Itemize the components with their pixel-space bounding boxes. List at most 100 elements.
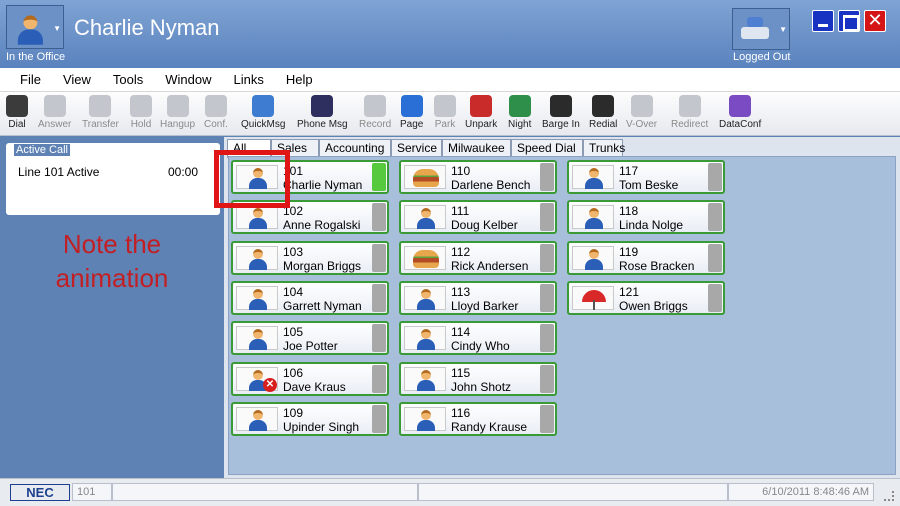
users-group-icon: [741, 17, 771, 41]
status-bar: NEC 101 6/10/2011 8:48:46 AM: [0, 478, 900, 506]
toolbar-transfer-button[interactable]: Transfer: [82, 95, 119, 130]
status-cell-empty: [112, 483, 418, 501]
toolbar-v-over-button[interactable]: V-Over: [626, 95, 657, 130]
toolbar-label: Hangup: [160, 119, 196, 130]
extension-number: 112: [451, 245, 471, 259]
person-icon: [572, 165, 614, 189]
menu-help[interactable]: Help: [286, 72, 313, 87]
toolbar-redial-button[interactable]: Redial: [589, 95, 617, 130]
user-avatar-button[interactable]: ▼: [6, 5, 64, 49]
toolbar-label: DataConf: [719, 119, 762, 130]
line-status-indicator: [372, 365, 386, 393]
toolbar-park-button[interactable]: Park: [434, 95, 456, 130]
extension-tile[interactable]: 117 Tom Beske: [567, 160, 725, 194]
extension-number: 118: [619, 204, 639, 218]
person-icon: [236, 205, 278, 229]
line-status-indicator: [708, 244, 722, 272]
extension-tile[interactable]: 116 Randy Krause: [399, 402, 557, 436]
extension-number: 121: [619, 285, 640, 299]
extension-tile[interactable]: 121 Owen Briggs: [567, 281, 725, 315]
extension-tile[interactable]: 118 Linda Nolge: [567, 200, 725, 234]
tab-trunks[interactable]: Trunks: [583, 139, 625, 157]
extension-name: Rose Bracken: [619, 259, 695, 273]
line-status-indicator: [708, 284, 722, 312]
tab-accounting[interactable]: Accounting: [319, 139, 391, 157]
extension-number: 106: [283, 366, 304, 380]
toolbar-label: Unpark: [465, 119, 498, 130]
toolbar-barge-in-button[interactable]: Barge In: [542, 95, 580, 130]
menu-file[interactable]: File: [20, 72, 41, 87]
resize-grip-icon[interactable]: [884, 491, 894, 501]
toolbar-redirect-button[interactable]: Redirect: [671, 95, 708, 130]
tab-milwaukee[interactable]: Milwaukee: [442, 139, 511, 157]
extension-tile[interactable]: 109 Upinder Singh: [231, 402, 389, 436]
menu-view[interactable]: View: [63, 72, 91, 87]
active-call-panel[interactable]: Active Call Line 101 Active 00:00: [6, 143, 220, 215]
minimize-button[interactable]: [812, 10, 834, 32]
tab-service[interactable]: Service: [391, 139, 442, 157]
redirect-icon: [678, 95, 701, 117]
toolbar-hold-button[interactable]: Hold: [130, 95, 152, 130]
toolbar-label: Barge In: [542, 119, 580, 130]
person-icon: [236, 326, 278, 350]
extension-name: Dave Kraus: [283, 380, 346, 394]
toolbar-hangup-button[interactable]: Hangup: [160, 95, 195, 130]
handset-icon: [43, 95, 66, 117]
toolbar-label: V-Over: [626, 119, 658, 130]
toolbar-dial-button[interactable]: Dial: [6, 95, 28, 130]
toolbar-unpark-button[interactable]: Unpark: [465, 95, 497, 130]
toolbar-record-button[interactable]: Record: [359, 95, 391, 130]
toolbar-label: Transfer: [82, 119, 119, 130]
extension-name: Lloyd Barker: [451, 299, 519, 313]
extension-tile[interactable]: 114 Cindy Who: [399, 321, 557, 355]
voice-over-icon: [630, 95, 653, 117]
extension-name: Charlie Nyman: [283, 178, 363, 192]
login-status-button[interactable]: ▼: [732, 8, 790, 50]
toolbar-page-button[interactable]: Page: [400, 95, 423, 130]
park-icon: [434, 95, 456, 117]
toolbar-night-button[interactable]: Night: [508, 95, 531, 130]
extension-name: Upinder Singh: [283, 420, 360, 434]
extension-tile[interactable]: 113 Lloyd Barker: [399, 281, 557, 315]
menu-window[interactable]: Window: [165, 72, 211, 87]
hangup-icon: [166, 95, 189, 117]
extension-tile[interactable]: 105 Joe Potter: [231, 321, 389, 355]
data-conf-icon: [729, 95, 752, 117]
toolbar-quickmsg-button[interactable]: QuickMsg: [241, 95, 285, 130]
extension-tile[interactable]: 115 John Shotz: [399, 362, 557, 396]
toolbar-label: Night: [508, 119, 532, 130]
active-call-line: Line 101 Active: [18, 165, 100, 179]
extension-tile[interactable]: 119 Rose Bracken: [567, 241, 725, 275]
toolbar-phone-msg-button[interactable]: Phone Msg: [297, 95, 348, 130]
line-status-indicator: [540, 324, 554, 352]
extension-tile[interactable]: 103 Morgan Briggs: [231, 241, 389, 275]
toolbar-label: Page: [400, 119, 424, 130]
extension-name: Doug Kelber: [451, 218, 518, 232]
toolbar-conf-button[interactable]: Conf.: [204, 95, 228, 130]
person-icon: [572, 246, 614, 270]
line-status-indicator: [540, 405, 554, 433]
extension-tile[interactable]: 104 Garrett Nyman: [231, 281, 389, 315]
extension-tile[interactable]: 110 Darlene Bench: [399, 160, 557, 194]
line-status-indicator: [540, 163, 554, 191]
toolbar-label: Redirect: [671, 119, 709, 130]
extension-tile[interactable]: 111 Doug Kelber: [399, 200, 557, 234]
extension-tile[interactable]: ✕ 106 Dave Kraus: [231, 362, 389, 396]
toolbar-label: Phone Msg: [297, 119, 348, 130]
extension-tile[interactable]: 112 Rick Andersen: [399, 241, 557, 275]
extension-name: Rick Andersen: [451, 259, 529, 273]
record-icon: [364, 95, 387, 117]
extension-number: 110: [451, 164, 471, 178]
toolbar-dataconf-button[interactable]: DataConf: [719, 95, 761, 130]
maximize-button[interactable]: [838, 10, 860, 32]
menu-links[interactable]: Links: [234, 72, 264, 87]
tab-speed-dial[interactable]: Speed Dial: [511, 139, 583, 157]
extension-name: John Shotz: [451, 380, 512, 394]
toolbar-answer-button[interactable]: Answer: [38, 95, 71, 130]
status-datetime: 6/10/2011 8:48:46 AM: [728, 483, 874, 501]
extension-name: Darlene Bench: [451, 178, 531, 192]
menu-tools[interactable]: Tools: [113, 72, 143, 87]
toolbar-label: Record: [359, 119, 392, 130]
close-button[interactable]: ✕: [864, 10, 886, 32]
menu-bar: File View Tools Window Links Help: [0, 68, 900, 92]
